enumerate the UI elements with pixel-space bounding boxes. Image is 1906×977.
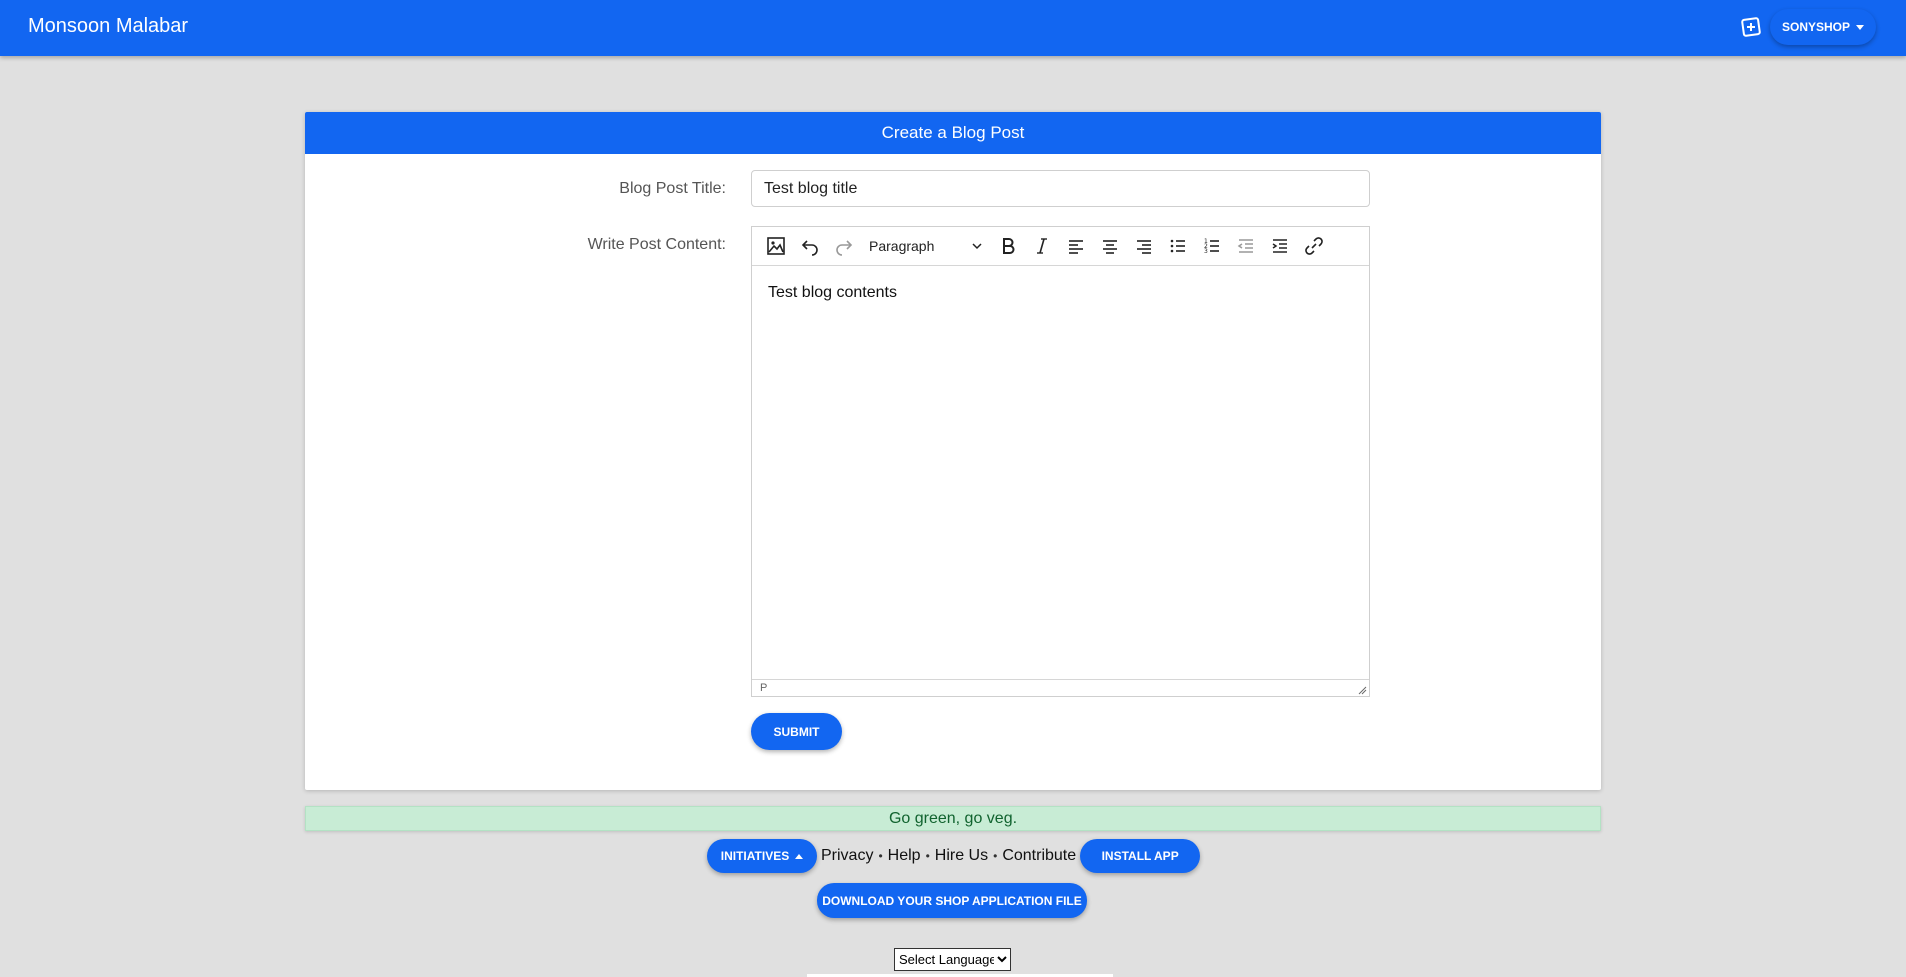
initiatives-label: INITIATIVES [720,849,790,863]
link-icon[interactable] [1297,231,1331,261]
resize-handle-icon[interactable] [1358,686,1367,695]
redo-icon[interactable] [827,231,861,261]
editor-statusbar: P [752,679,1369,697]
title-input[interactable] [751,170,1370,207]
add-post-icon[interactable] [1740,16,1762,38]
editor-content-area[interactable]: Test blog contents [752,266,1369,679]
rich-text-editor: Paragraph 123 Test blog contents P [751,226,1370,697]
language-select[interactable]: Select Language [894,948,1011,971]
initiatives-button[interactable]: INITIATIVES [707,839,817,873]
install-app-label: INSTALL APP [1101,849,1179,863]
footer-link-privacy[interactable]: Privacy [821,847,873,865]
editor-toolbar: Paragraph 123 [752,227,1369,266]
image-icon[interactable] [759,231,793,261]
top-navbar: Monsoon Malabar SONYSHOP [0,0,1906,56]
download-label: DOWNLOAD YOUR SHOP APPLICATION FILE [822,893,1082,908]
install-app-button[interactable]: INSTALL APP [1080,839,1201,873]
download-app-file-button[interactable]: DOWNLOAD YOUR SHOP APPLICATION FILE [817,883,1087,918]
block-format-value: Paragraph [869,238,935,254]
chevron-down-icon [972,243,982,250]
user-menu-label: SONYSHOP [1781,20,1850,34]
caret-down-icon [1856,24,1864,30]
footer-links: Privacy • Help • Hire Us • Contribute [821,847,1076,865]
footer-link-contribute[interactable]: Contribute [1002,847,1076,865]
footer-link-hire-us[interactable]: Hire Us [935,847,988,865]
footer-links-row: INITIATIVES Privacy • Help • Hire Us • C… [707,838,1201,874]
submit-button[interactable]: SUBMIT [751,713,842,750]
caret-up-icon [795,853,804,859]
align-left-icon[interactable] [1059,231,1093,261]
undo-icon[interactable] [793,231,827,261]
numbered-list-icon[interactable]: 123 [1195,231,1229,261]
indent-icon[interactable] [1263,231,1297,261]
bold-icon[interactable] [991,231,1025,261]
title-label: Blog Post Title: [619,180,726,197]
card-title: Create a Blog Post [305,112,1601,154]
create-blog-card: Create a Blog Post Blog Post Title: Writ… [305,112,1601,790]
user-menu-button[interactable]: SONYSHOP [1770,9,1876,45]
editor-paragraph: Test blog contents [768,284,897,301]
eco-banner: Go green, go veg. [305,806,1601,831]
align-center-icon[interactable] [1093,231,1127,261]
block-format-select[interactable]: Paragraph [861,231,991,261]
align-right-icon[interactable] [1127,231,1161,261]
brand-name[interactable]: Monsoon Malabar [28,15,188,38]
svg-text:3: 3 [1204,248,1208,255]
italic-icon[interactable] [1025,231,1059,261]
content-label: Write Post Content: [587,236,726,253]
link-separator: • [925,849,930,863]
link-separator: • [878,849,883,863]
element-path[interactable]: P [760,682,767,694]
link-separator: • [993,849,998,863]
outdent-icon[interactable] [1229,231,1263,261]
footer-link-help[interactable]: Help [888,847,921,865]
bullet-list-icon[interactable] [1161,231,1195,261]
